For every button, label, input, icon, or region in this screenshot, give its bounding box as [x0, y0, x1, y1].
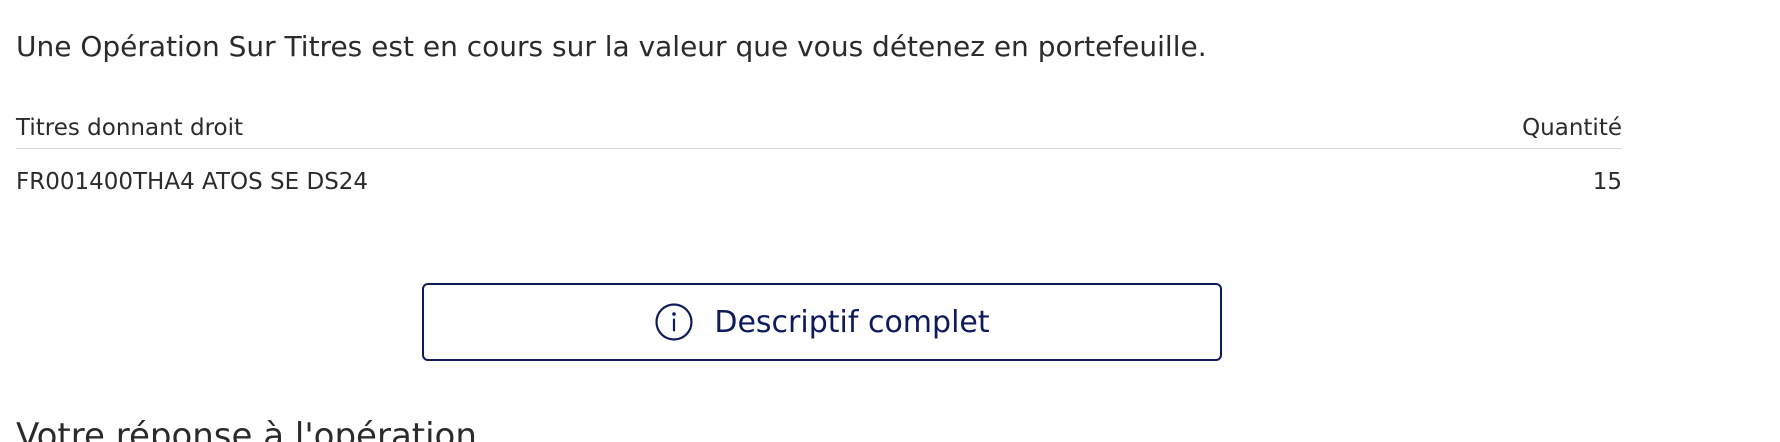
section-title: Votre réponse à l'opération	[16, 416, 477, 442]
cell-titre: FR001400THA4 ATOS SE DS24	[16, 169, 369, 195]
intro-text: Une Opération Sur Titres est en cours su…	[16, 30, 1207, 63]
cell-quantite: 15	[1592, 169, 1622, 195]
info-icon	[654, 302, 694, 342]
header-titres: Titres donnant droit	[16, 115, 244, 141]
page: Une Opération Sur Titres est en cours su…	[0, 0, 1780, 442]
header-quantite: Quantité	[1522, 115, 1622, 141]
table-header: Titres donnant droit Quantité	[16, 108, 1622, 149]
descriptif-complet-button[interactable]: Descriptif complet	[422, 283, 1222, 361]
table-row: FR001400THA4 ATOS SE DS24 15	[16, 149, 1622, 215]
securities-table: Titres donnant droit Quantité FR001400TH…	[16, 108, 1622, 215]
descriptif-button-label: Descriptif complet	[714, 304, 990, 340]
